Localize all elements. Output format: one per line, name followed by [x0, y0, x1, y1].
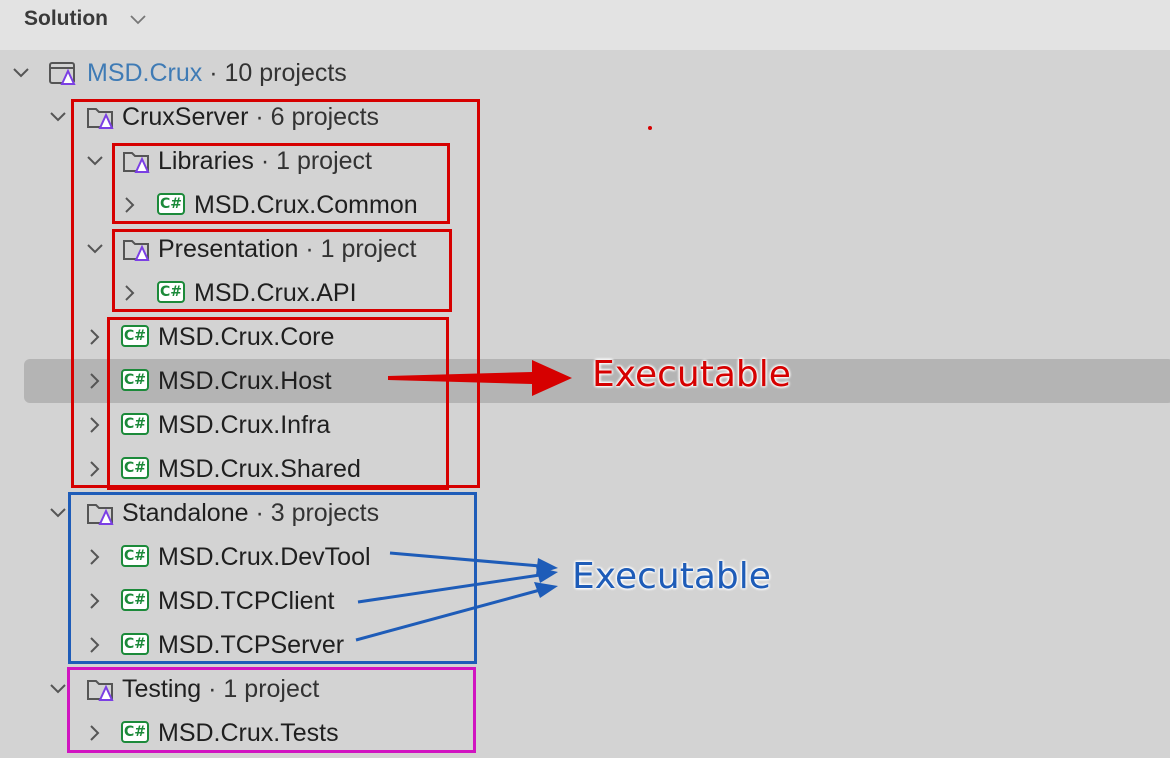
arrow-tcpserver-executable — [355, 582, 558, 642]
arrow-devtool-executable — [389, 551, 558, 575]
arrow-host-executable — [388, 360, 572, 396]
arrow-tcpclient-executable — [357, 567, 558, 604]
annotation-arrows — [355, 360, 572, 642]
executable-callout-red: Executable — [592, 354, 791, 395]
executable-callout-blue: Executable — [572, 556, 771, 597]
